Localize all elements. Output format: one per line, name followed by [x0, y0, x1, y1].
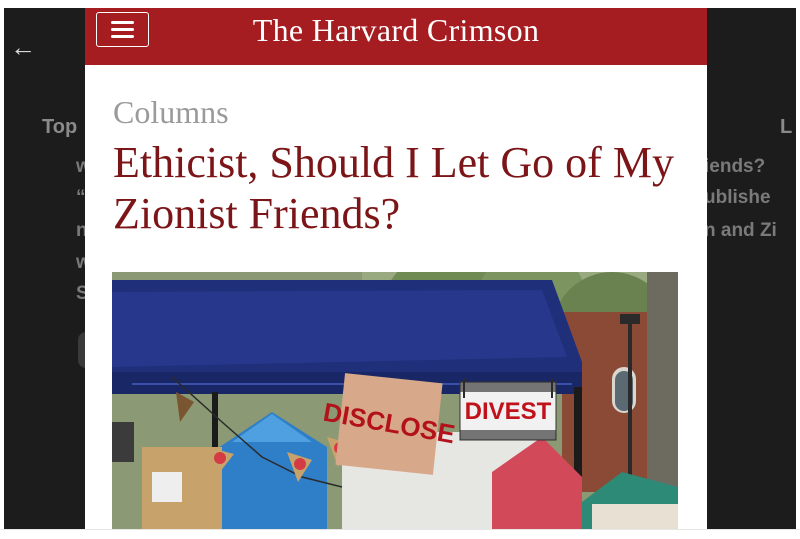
masthead: The Harvard Crimson	[85, 8, 707, 65]
background-tab-right: L	[780, 116, 793, 138]
encampment-photo-illustration: DISCLOSE DIVEST	[112, 272, 678, 529]
page-bottom-divider	[0, 529, 800, 530]
background-text-line: n and Zi	[704, 220, 777, 241]
site-logo[interactable]: The Harvard Crimson	[85, 8, 707, 52]
article-headline[interactable]: Ethicist, Should I Let Go of My Zionist …	[113, 137, 693, 239]
background-text-line: iends?	[704, 156, 766, 177]
article-photo: DISCLOSE DIVEST	[112, 272, 678, 529]
background-tab-left: Top	[42, 116, 78, 138]
background-text-line: ublishe	[704, 187, 771, 208]
section-label[interactable]: Columns	[113, 94, 229, 130]
back-arrow-icon[interactable]: ←	[10, 34, 36, 60]
article-preview-card[interactable]: The Harvard Crimson Columns Ethicist, Sh…	[85, 8, 707, 529]
sign-divest: DIVEST	[465, 398, 552, 425]
